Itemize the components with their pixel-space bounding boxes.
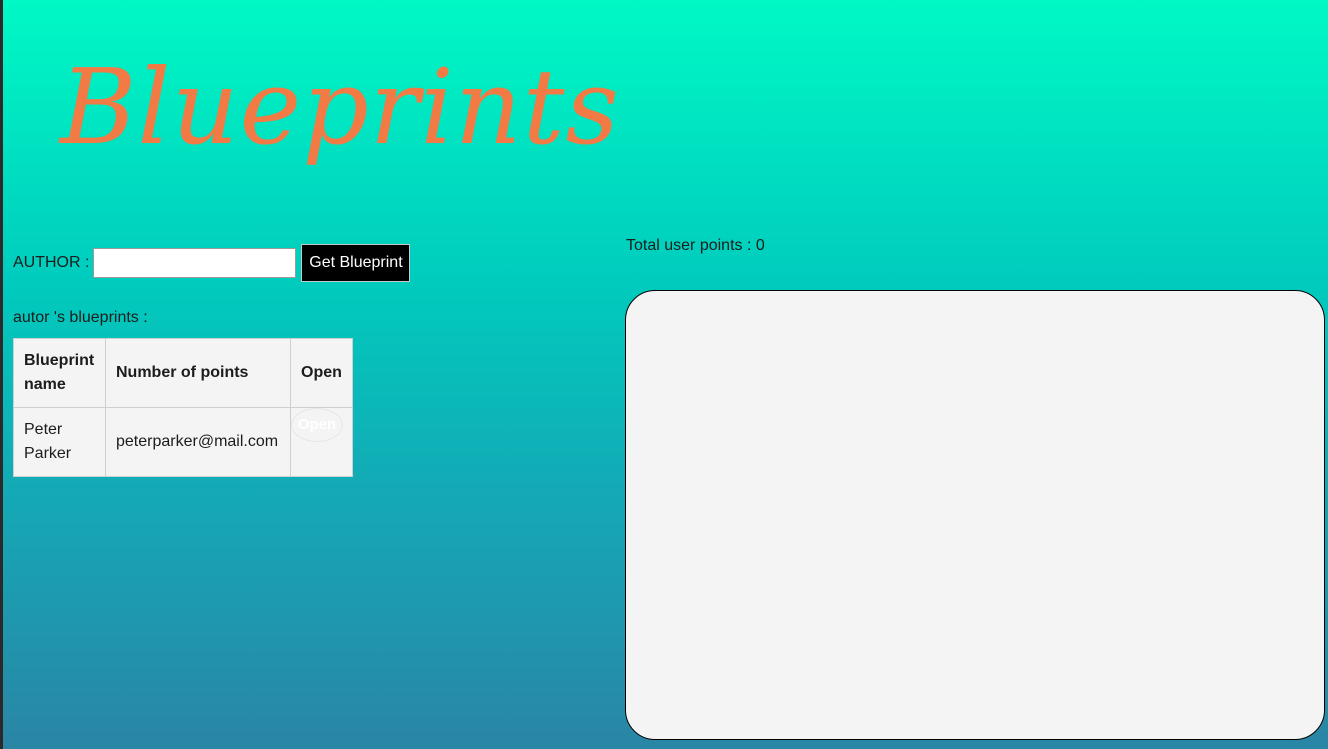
author-label: AUTHOR : xyxy=(13,254,90,271)
total-user-points: Total user points : 0 xyxy=(626,237,765,254)
table-header-row: Blueprint name Number of points Open xyxy=(13,338,353,408)
column-header-open: Open xyxy=(290,338,353,408)
author-search-row: AUTHOR : Get Blueprint xyxy=(13,244,411,282)
column-header-points: Number of points xyxy=(105,338,291,408)
blueprints-table: Blueprint name Number of points Open Pet… xyxy=(13,338,353,477)
get-blueprint-button[interactable]: Get Blueprint xyxy=(301,244,411,282)
page-title: Blueprints xyxy=(60,46,620,168)
author-input[interactable] xyxy=(93,248,297,278)
blueprint-name-cell: Peter Parker xyxy=(13,407,106,477)
column-header-name: Blueprint name xyxy=(13,338,106,408)
blueprint-points-cell: peterparker@mail.com xyxy=(105,407,291,477)
open-blueprint-button[interactable]: Open xyxy=(291,408,343,442)
window-left-edge xyxy=(0,0,3,749)
table-row: Peter Parker peterparker@mail.com Open xyxy=(13,407,353,477)
open-cell: Open xyxy=(290,407,353,477)
blueprint-canvas[interactable] xyxy=(625,290,1325,740)
author-blueprints-heading: autor 's blueprints : xyxy=(13,309,148,326)
